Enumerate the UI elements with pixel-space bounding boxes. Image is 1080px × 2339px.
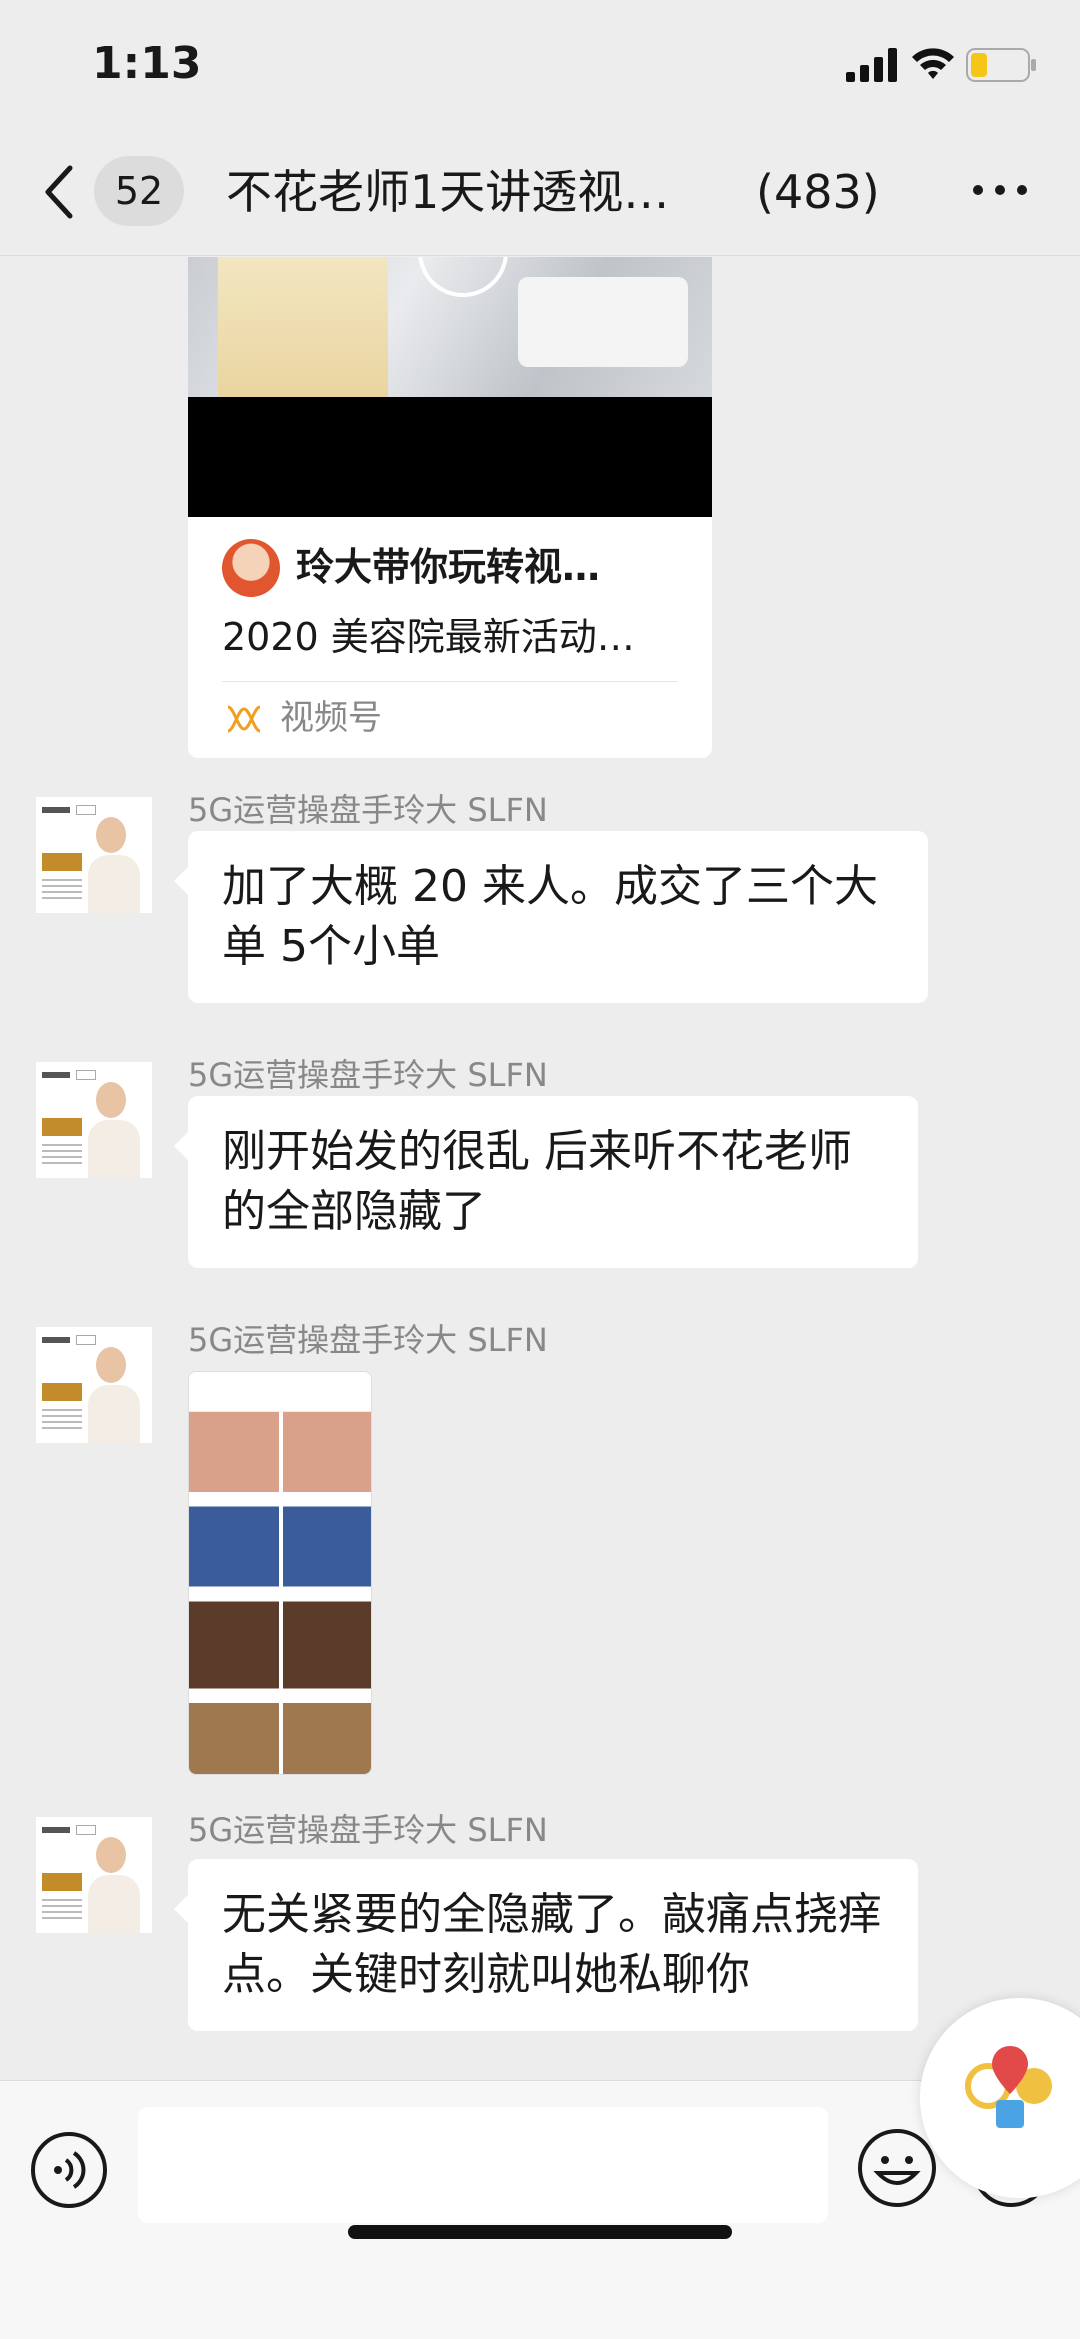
sender-name: 5G运营操盘手玲大 SLFN	[188, 791, 548, 829]
video-author: 玲大带你玩转视…	[296, 545, 601, 589]
card-divider	[222, 681, 678, 682]
video-letterbox	[188, 397, 712, 517]
signal-icon	[846, 48, 897, 82]
channels-icon	[227, 705, 261, 733]
sender-name: 5G运营操盘手玲大 SLFN	[188, 1811, 548, 1849]
chat-title: 不花老师1天讲透视…	[226, 165, 670, 219]
chat-message-list[interactable]: 玲大带你玩转视… 2020 美容院最新活动… 视频号 5G运营操盘手玲大 SLF…	[0, 257, 1080, 2079]
mini-program-icon	[965, 2046, 1052, 2128]
sender-name: 5G运营操盘手玲大 SLFN	[188, 1321, 548, 1359]
sender-avatar[interactable]	[36, 797, 152, 913]
image-header	[189, 1372, 371, 1412]
message-bubble[interactable]: 无关紧要的全隐藏了。敲痛点挠痒点。关键时刻就叫她私聊你	[174, 1859, 918, 2031]
scene-image	[518, 277, 688, 367]
battery-icon	[966, 48, 1036, 82]
home-indicator	[348, 2225, 732, 2239]
voice-input-icon[interactable]	[30, 2131, 108, 2209]
sender-avatar[interactable]	[36, 1062, 152, 1178]
video-description: 2020 美容院最新活动…	[222, 615, 635, 659]
image-message[interactable]	[188, 1371, 372, 1775]
status-time: 1:13	[92, 38, 202, 89]
sender-avatar[interactable]	[36, 1327, 152, 1443]
message-bubble[interactable]: 加了大概 20 来人。成交了三个大单 5个小单	[174, 831, 928, 1003]
video-thumbnail	[188, 257, 712, 397]
status-bar: 1:13	[0, 0, 1080, 130]
sender-avatar[interactable]	[36, 1817, 152, 1933]
play-icon	[418, 257, 508, 297]
chat-header: 52 不花老师1天讲透视… (483)	[0, 130, 1080, 256]
video-channel-card[interactable]: 玲大带你玩转视… 2020 美容院最新活动… 视频号	[188, 257, 712, 758]
emoji-icon[interactable]	[856, 2127, 938, 2209]
more-options-icon[interactable]	[970, 180, 1030, 200]
sender-name: 5G运营操盘手玲大 SLFN	[188, 1056, 548, 1094]
input-bar	[0, 2080, 1080, 2339]
back-chevron-icon[interactable]	[40, 162, 80, 222]
member-count: (483)	[756, 165, 880, 219]
product-image	[218, 257, 388, 397]
unread-count-badge[interactable]: 52	[94, 156, 184, 226]
video-source-label: 视频号	[280, 698, 382, 738]
image-grid	[189, 1412, 371, 1774]
wifi-icon	[912, 48, 954, 79]
message-bubble[interactable]: 刚开始发的很乱 后来听不花老师的全部隐藏了	[174, 1096, 918, 1268]
author-avatar	[222, 539, 280, 597]
message-input[interactable]	[138, 2107, 828, 2223]
